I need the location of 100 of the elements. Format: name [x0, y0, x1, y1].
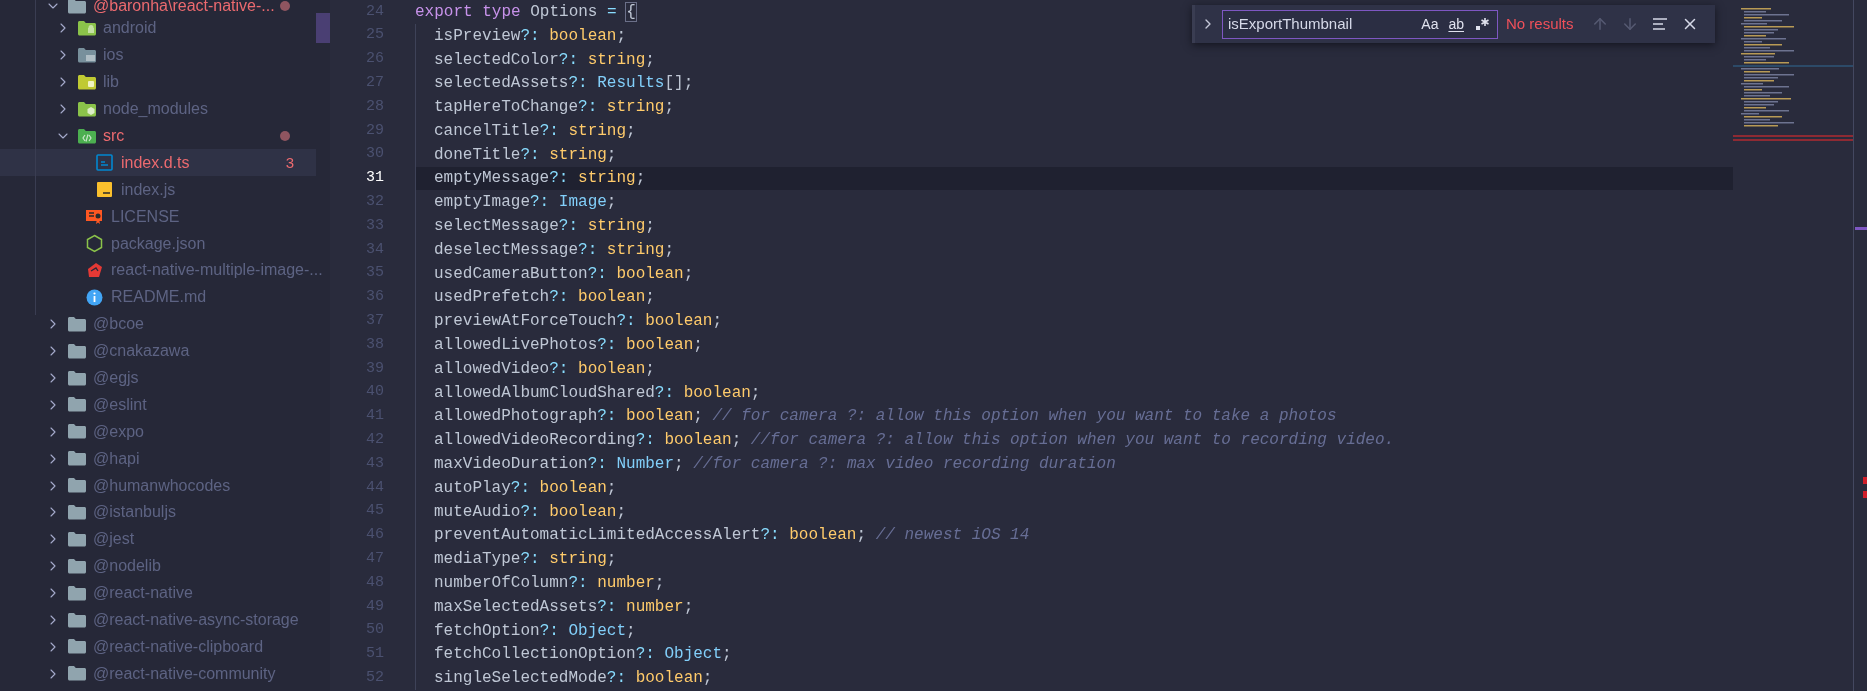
- code-line: selectedAssets?: Results[];: [415, 71, 1733, 96]
- folder-icon: [67, 368, 86, 388]
- find-field[interactable]: isExportThumbnail Aa ab: [1222, 9, 1498, 39]
- folder-icon: [67, 422, 86, 442]
- explorer-item[interactable]: android: [0, 15, 316, 42]
- code-line: fetchOption?: Object;: [415, 618, 1733, 643]
- explorer-item[interactable]: src: [0, 122, 316, 150]
- code-line: emptyImage?: Image;: [415, 190, 1733, 215]
- code-line: tapHereToChange?: string;: [415, 95, 1733, 119]
- android-folder-icon: [77, 18, 96, 38]
- ios-folder-icon: [77, 45, 96, 65]
- code-line: cancelTitle?: string;: [415, 119, 1733, 143]
- explorer-item[interactable]: node_modules: [0, 95, 316, 123]
- file-name: package.json: [111, 233, 206, 254]
- line-number: 31: [365, 168, 384, 189]
- explorer-item[interactable]: @expo: [0, 418, 316, 446]
- code-line: allowedLivePhotos?: boolean;: [415, 333, 1733, 357]
- file-name: @react-native-async-storage: [93, 610, 299, 631]
- code-line: numberOfColumn?: number;: [415, 571, 1733, 595]
- code-line: previewAtForceTouch?: boolean;: [415, 309, 1733, 334]
- match-status: No results: [1506, 13, 1574, 34]
- explorer-item[interactable]: @humanwhocodes: [0, 472, 316, 500]
- file-name: @expo: [93, 421, 144, 442]
- folder-icon: [67, 476, 86, 496]
- explorer-item[interactable]: LICENSE: [0, 203, 316, 231]
- info-icon: [85, 287, 104, 307]
- explorer-item[interactable]: lib: [0, 68, 316, 96]
- explorer-item[interactable]: package.json: [0, 230, 316, 257]
- explorer-item[interactable]: @cnakazawa: [0, 337, 316, 365]
- code-line: allowedPhotograph?: boolean; // for camera ?: allow this option when you want to take a photos: [415, 404, 1733, 429]
- folder-icon: [67, 529, 86, 549]
- file-name: @humanwhocodes: [93, 475, 231, 496]
- hexagon-icon: [85, 234, 104, 254]
- code-line: deselectMessage?: string;: [415, 237, 1733, 262]
- regex-icon: [1474, 16, 1490, 32]
- explorer-item[interactable]: @react-native-async-storage: [0, 606, 316, 634]
- file-name: index.js: [121, 179, 176, 200]
- code-line: allowedVideo?: boolean;: [415, 356, 1733, 381]
- explorer-item[interactable]: ios: [0, 41, 316, 69]
- file-name: @react-native-community: [93, 663, 276, 684]
- explorer-item[interactable]: @bcoe: [0, 310, 316, 338]
- explorer-item[interactable]: @baronha\react-native-...: [0, 0, 316, 15]
- code-line: fetchCollectionOption?: Object;: [415, 642, 1733, 667]
- library-folder-icon: [77, 72, 96, 92]
- folder-icon: [67, 395, 86, 415]
- explorer-item[interactable]: @hapi: [0, 445, 316, 473]
- explorer-item[interactable]: @eslint: [0, 391, 316, 419]
- code-line: selectedColor?: string;: [415, 47, 1733, 72]
- file-name: @react-native: [93, 583, 193, 604]
- code-line: preventAutomaticLimitedAccessAlert?: boolean; // newest iOS 14: [415, 523, 1733, 548]
- explorer-item[interactable]: index.js: [0, 176, 316, 204]
- explorer-item[interactable]: @jest: [0, 525, 316, 553]
- file-name: README.md: [111, 287, 207, 308]
- file-name: ios: [103, 45, 124, 66]
- code-line: autoPlay?: boolean;: [415, 475, 1733, 500]
- match-case-toggle[interactable]: Aa: [1418, 13, 1442, 35]
- scrollbar-thumb[interactable]: [316, 13, 330, 43]
- folder-icon: [67, 502, 86, 522]
- explorer-item[interactable]: @react-native: [0, 579, 316, 607]
- arrow-down-icon: [1621, 15, 1639, 33]
- file-name: src: [103, 126, 125, 146]
- explorer-item[interactable]: @react-native-community: [0, 660, 316, 688]
- lines-icon: [1651, 15, 1669, 33]
- problem-count: 3: [285, 152, 294, 173]
- file-name: @baronha\react-native-...: [93, 0, 275, 16]
- folder-icon: [67, 556, 86, 576]
- file-name: @egjs: [93, 368, 139, 388]
- code-line: maxVideoDuration?: Number; //for camera ?: max video recording duration: [415, 452, 1733, 476]
- explorer-item[interactable]: @nodelib: [0, 552, 316, 580]
- code-line: allowedAlbumCloudShared?: boolean;: [415, 380, 1733, 405]
- explorer-item[interactable]: README.md: [0, 283, 316, 311]
- file-name: @jest: [93, 529, 135, 550]
- folder-icon: [67, 341, 86, 361]
- gem-icon: [85, 260, 104, 280]
- file-name: @eslint: [93, 394, 147, 415]
- code-line: singleSelectedMode?: boolean;: [415, 666, 1733, 691]
- explorer-item[interactable]: index.d.ts 3: [0, 149, 316, 177]
- code-line: selectMessage?: string;: [415, 214, 1733, 238]
- explorer-item[interactable]: @react-native-clipboard: [0, 633, 316, 661]
- code-line: usedCameraButton?: boolean;: [415, 261, 1733, 286]
- file-name: @bcoe: [93, 314, 144, 335]
- code-folder-icon: [77, 126, 96, 146]
- code-line: mediaType?: string;: [415, 547, 1733, 572]
- certificate-icon: [85, 207, 104, 227]
- explorer-item[interactable]: @egjs: [0, 364, 316, 392]
- code-line: muteAudio?: boolean;: [415, 499, 1733, 524]
- file-name: LICENSE: [111, 206, 180, 227]
- file-name: @nodelib: [93, 556, 161, 577]
- explorer-item[interactable]: @istanbuljs: [0, 499, 316, 526]
- file-name: @hapi: [93, 448, 140, 469]
- code-line: doneTitle?: string;: [415, 142, 1733, 167]
- javascript-file-icon: [95, 180, 114, 200]
- folder-icon: [67, 583, 86, 603]
- whole-word-toggle[interactable]: ab: [1445, 13, 1467, 35]
- code-line: maxSelectedAssets?: number;: [415, 594, 1733, 619]
- node-folder-icon: [77, 99, 96, 119]
- folder-icon: [67, 0, 86, 16]
- folder-icon: [67, 314, 86, 334]
- folder-icon: [67, 637, 86, 657]
- file-name: @istanbuljs: [93, 502, 176, 523]
